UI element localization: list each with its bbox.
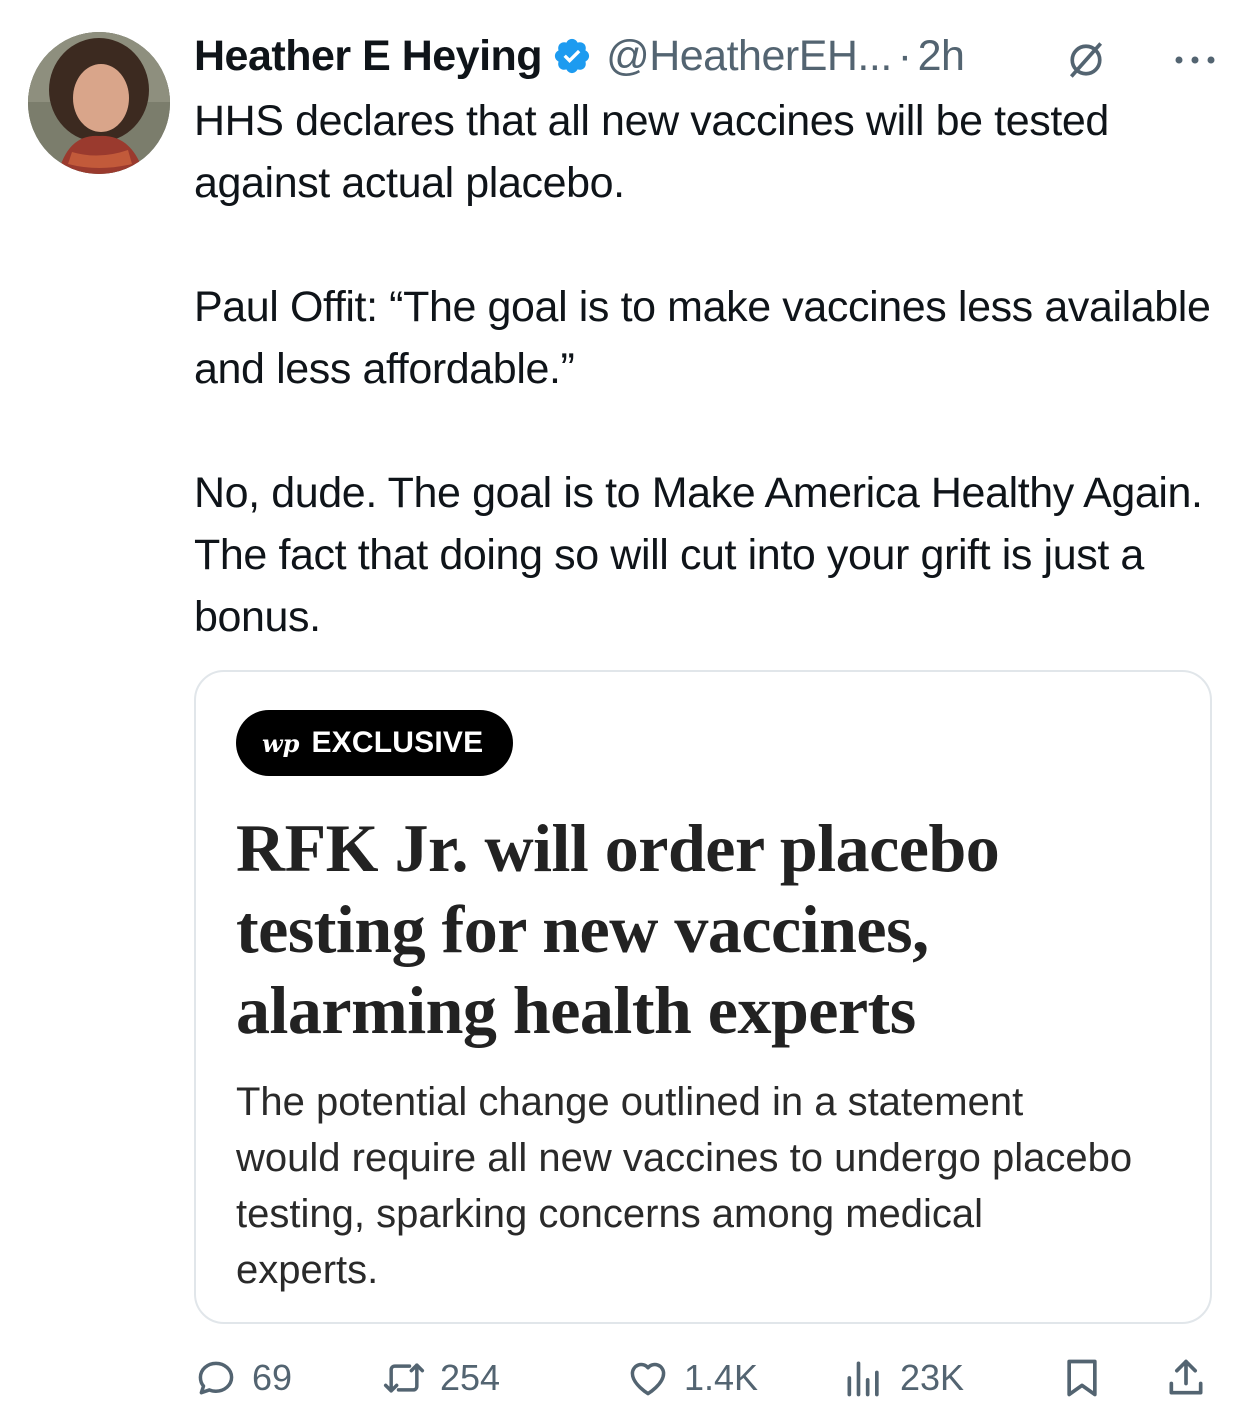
- repost-icon: [383, 1363, 425, 1393]
- tweet-header: Heather E Heying @HeatherEH... · 2h: [194, 26, 1218, 86]
- bookmark-button[interactable]: [1060, 1350, 1104, 1406]
- analytics-icon: [847, 1361, 879, 1397]
- tweet-actions: 69 254 1.4K 23K: [194, 1350, 1212, 1406]
- repost-button[interactable]: 254: [382, 1350, 500, 1406]
- like-button[interactable]: 1.4K: [626, 1350, 758, 1406]
- tweet-paragraph: No, dude. The goal is to Make America He…: [194, 469, 1203, 641]
- reply-button[interactable]: 69: [194, 1350, 292, 1406]
- badge-label: EXCLUSIVE: [311, 726, 484, 759]
- view-count: 23K: [900, 1357, 965, 1398]
- verified-badge-icon: [554, 38, 590, 74]
- tweet-paragraph: HHS declares that all new vaccines will …: [194, 97, 1109, 207]
- timestamp[interactable]: 2h: [918, 32, 965, 81]
- washington-post-logo: wp: [262, 728, 300, 758]
- exclusive-badge: wp EXCLUSIVE: [236, 710, 514, 776]
- article-summary: The potential change outlined in a state…: [236, 1080, 1133, 1292]
- grok-icon[interactable]: [1064, 38, 1108, 82]
- author-avatar[interactable]: [28, 32, 170, 174]
- separator-dot: ·: [897, 31, 912, 80]
- article-headline: RFK Jr. will order placebo testing for n…: [236, 810, 1000, 1048]
- like-count: 1.4K: [684, 1357, 759, 1398]
- author-name[interactable]: Heather E Heying: [194, 32, 543, 81]
- reply-count: 69: [252, 1357, 293, 1398]
- author-handle[interactable]: @HeatherEH...: [606, 32, 892, 81]
- tweet-body: HHS declares that all new vaccines will …: [194, 90, 1214, 648]
- reply-icon: [198, 1361, 234, 1395]
- views-button[interactable]: 23K: [842, 1350, 964, 1406]
- more-options-icon[interactable]: [1172, 48, 1218, 72]
- repost-count: 254: [440, 1357, 501, 1398]
- link-preview-card[interactable]: wp EXCLUSIVE RFK Jr. will order placebo …: [194, 670, 1212, 1324]
- bookmark-icon: [1067, 1359, 1097, 1397]
- share-icon: [1169, 1359, 1203, 1395]
- tweet-paragraph: Paul Offit: “The goal is to make vaccine…: [194, 283, 1211, 393]
- share-button[interactable]: [1164, 1350, 1208, 1406]
- heart-icon: [630, 1362, 666, 1396]
